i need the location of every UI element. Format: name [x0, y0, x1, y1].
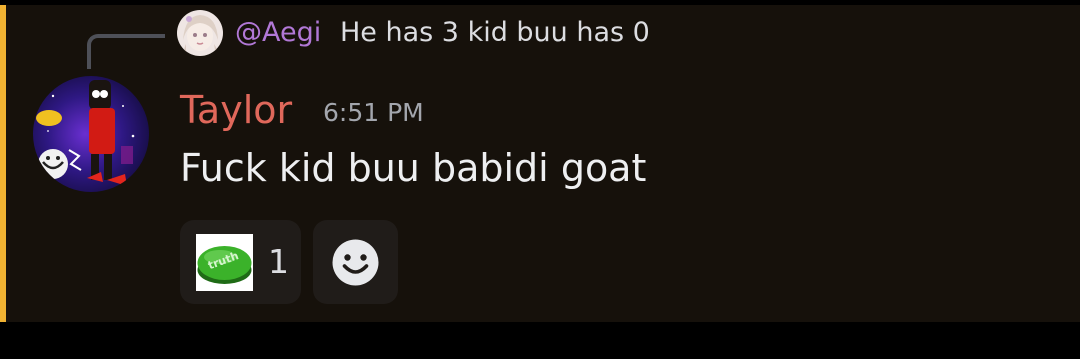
- avatar[interactable]: [33, 76, 149, 192]
- add-reaction-button[interactable]: [313, 220, 398, 304]
- anime-character-avatar-icon: [177, 10, 223, 56]
- reply-preview-text[interactable]: He has 3 kid buu has 0: [340, 16, 650, 50]
- galaxy-collage-avatar-icon: [33, 76, 149, 192]
- mention-highlight-bar: [0, 5, 6, 322]
- smiley-face-icon: [332, 239, 379, 286]
- reply-avatar[interactable]: [177, 10, 223, 56]
- message-timestamp: 6:51 PM: [323, 98, 424, 127]
- message-content: Fuck kid buu babidi goat: [180, 146, 647, 190]
- green-truth-button-emoji: truth: [196, 234, 253, 291]
- chat-message[interactable]: @Aegi He has 3 kid buu has 0 Taylor 6:51…: [0, 5, 1080, 322]
- reply-author-name[interactable]: @Aegi: [235, 16, 321, 50]
- author-name[interactable]: Taylor: [180, 87, 292, 133]
- reply-connector-line: [87, 34, 165, 69]
- reaction-button[interactable]: truth 1: [180, 220, 301, 304]
- reaction-count: 1: [268, 242, 289, 281]
